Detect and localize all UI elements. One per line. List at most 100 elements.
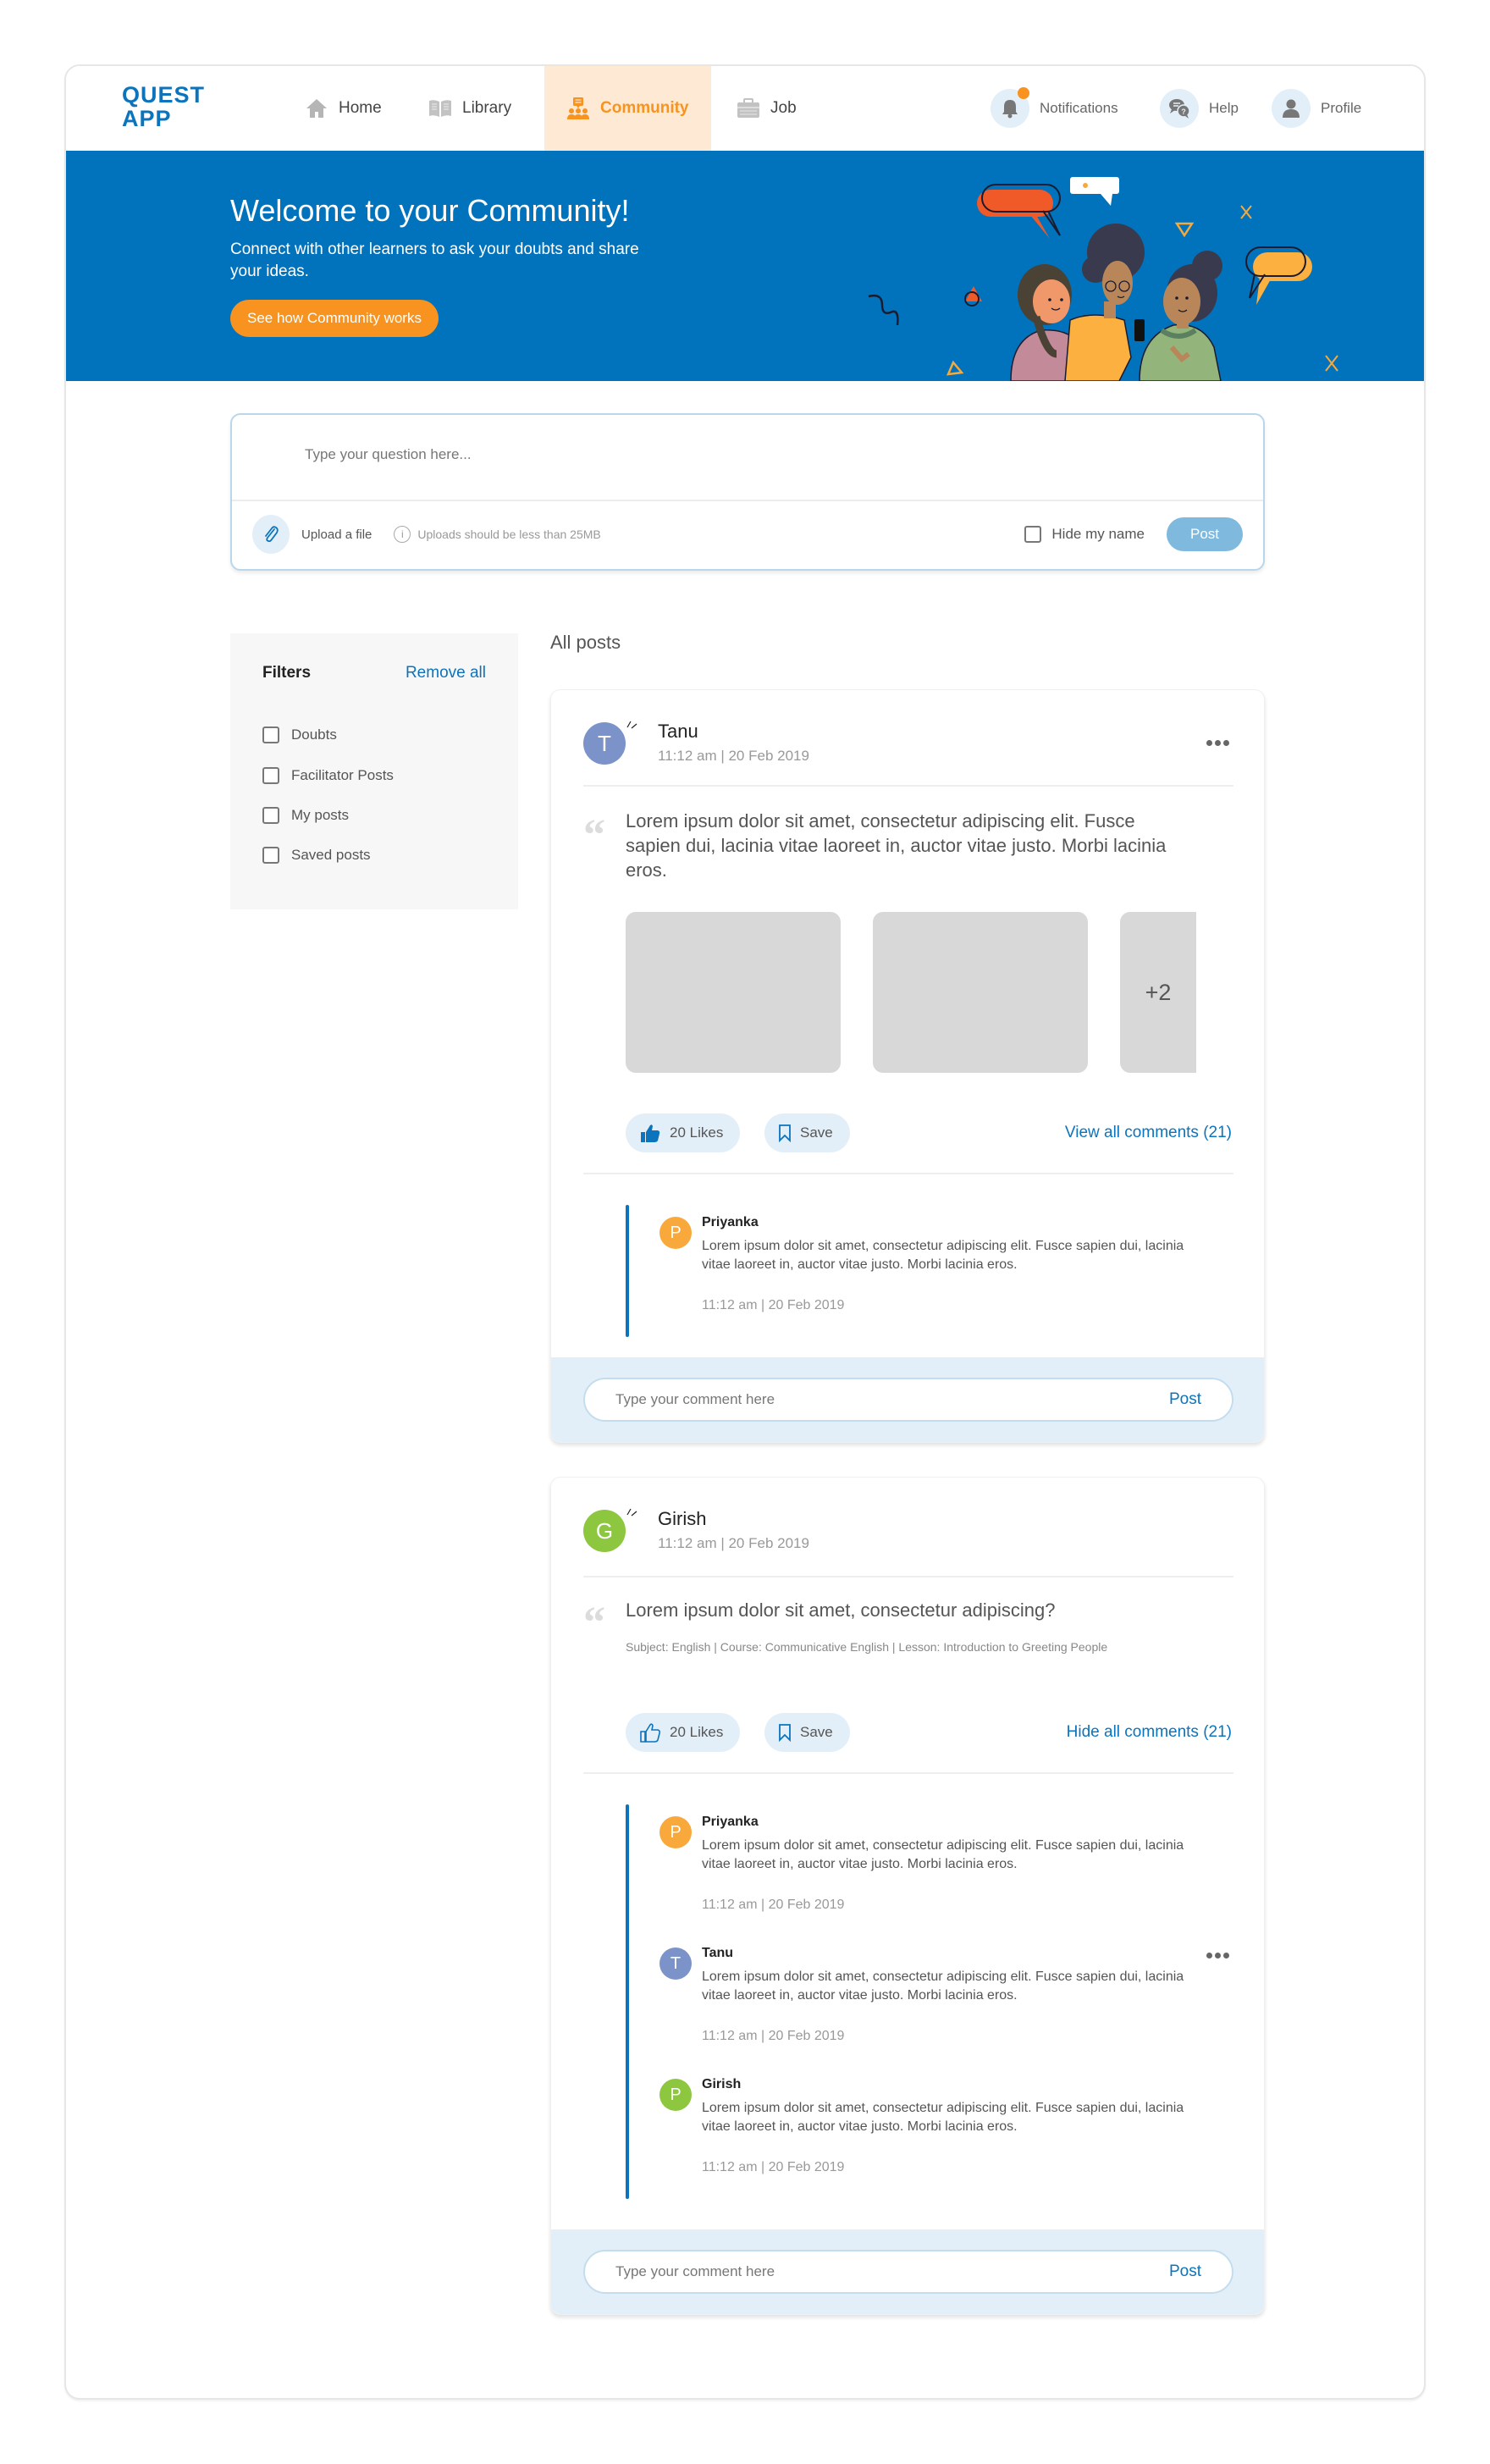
post-image-thumbnail[interactable] (626, 912, 841, 1073)
filters-panel: Filters Remove all Doubts Facilitator Po… (230, 633, 518, 909)
comment-avatar[interactable]: P (659, 1816, 692, 1848)
avatar-initial: G (595, 1517, 614, 1544)
upload-size-note: i Uploads should be less than 25MB (394, 526, 601, 543)
upload-file-button[interactable] (252, 515, 290, 554)
logo-line-1: QUEST (122, 82, 206, 108)
like-button[interactable]: 20 Likes (626, 1713, 741, 1752)
quote-icon: “ (583, 1599, 605, 1647)
save-label: Save (800, 1724, 833, 1740)
nav-label: Home (339, 99, 382, 117)
post-author[interactable]: Tanu (658, 721, 698, 743)
question-input[interactable] (305, 442, 1151, 467)
avatar-initial: P (670, 1223, 682, 1242)
view-all-comments-link[interactable]: View all comments (21) (1065, 1124, 1232, 1142)
checkbox[interactable] (262, 847, 279, 864)
composer-footer: Upload a file i Uploads should be less t… (252, 515, 1243, 554)
comment-author[interactable]: Tanu (702, 1946, 733, 1961)
save-button[interactable]: Save (764, 1113, 850, 1152)
post-comment-button[interactable]: Post (1169, 1390, 1201, 1409)
checkbox[interactable] (262, 726, 279, 743)
comment-composer: Post (551, 1357, 1264, 1442)
filter-facilitator-posts[interactable]: Facilitator Posts (262, 767, 394, 784)
checkbox[interactable] (262, 807, 279, 824)
post-text: Lorem ipsum dolor sit amet, consectetur … (626, 1599, 1056, 1621)
comment-timestamp: 11:12 am | 20 Feb 2019 (702, 1298, 845, 1312)
avatar[interactable]: T (583, 722, 626, 765)
help-button[interactable]: ? Help (1160, 66, 1239, 151)
checkbox-label: Hide my name (1051, 526, 1145, 542)
comment-avatar[interactable]: P (659, 2079, 692, 2111)
post-text: Lorem ipsum dolor sit amet, consectetur … (626, 810, 1167, 881)
avatar[interactable]: G (583, 1510, 626, 1552)
logo-line-2: APP (122, 106, 172, 131)
top-nav: QUEST APP Home Library Community Job Not… (66, 66, 1424, 151)
notifications-button[interactable]: Notifications (991, 66, 1118, 151)
see-how-community-works-button[interactable]: See how Community works (230, 300, 439, 337)
hide-all-comments-link[interactable]: Hide all comments (21) (1067, 1723, 1232, 1742)
nav-label: Library (462, 99, 512, 117)
filter-my-posts[interactable]: My posts (262, 807, 349, 824)
profile-button[interactable]: Profile (1272, 66, 1361, 151)
logo[interactable]: QUEST APP (122, 83, 205, 130)
filter-label: Facilitator Posts (291, 767, 394, 783)
comment-text: Lorem ipsum dolor sit amet, consectetur … (702, 1970, 1184, 2003)
quote-icon: “ (583, 811, 605, 859)
more-images-count: +2 (1145, 979, 1172, 1005)
svg-text:?: ? (1181, 108, 1186, 116)
comment-input[interactable] (615, 1391, 1169, 1408)
bookmark-icon (779, 1124, 791, 1142)
likes-count: 20 Likes (670, 1124, 724, 1141)
nav-item-home[interactable]: Home (305, 66, 382, 151)
comment-field: Post (583, 2250, 1233, 2294)
upload-file-label[interactable]: Upload a file (301, 528, 372, 542)
composer-divider (232, 500, 1263, 501)
more-images-thumbnail[interactable]: +2 (1120, 912, 1196, 1073)
remove-all-filters-link[interactable]: Remove all (406, 664, 486, 682)
user-icon (1272, 89, 1311, 128)
filter-doubts[interactable]: Doubts (262, 726, 337, 743)
filter-label: Doubts (291, 726, 337, 743)
comment-more-options-icon[interactable] (1206, 1950, 1232, 1960)
comment-input[interactable] (615, 2263, 1169, 2280)
bookmark-icon (779, 1724, 791, 1742)
comment-author[interactable]: Priyanka (702, 1215, 759, 1230)
hide-my-name-checkbox[interactable]: Hide my name (1024, 526, 1145, 543)
paperclip-icon (265, 526, 279, 543)
post-comment-button[interactable]: Post (1169, 2262, 1201, 2281)
comment-text: Lorem ipsum dolor sit amet, consectetur … (702, 1838, 1184, 1871)
post-author[interactable]: Girish (658, 1508, 706, 1530)
avatar-initial: T (598, 730, 611, 756)
nav-item-job[interactable]: Job (737, 66, 797, 151)
filter-saved-posts[interactable]: Saved posts (262, 847, 371, 864)
like-button[interactable]: 20 Likes (626, 1113, 741, 1152)
avatar-initial: T (670, 1953, 682, 1973)
app-window: QUEST APP Home Library Community Job Not… (64, 64, 1426, 2400)
comment-composer: Post (551, 2229, 1264, 2314)
checkbox[interactable] (1024, 526, 1042, 543)
more-options-icon[interactable] (1206, 738, 1232, 748)
comment-author[interactable]: Girish (702, 2077, 741, 2092)
post-question-button[interactable]: Post (1167, 517, 1243, 551)
comment-avatar[interactable]: P (659, 1217, 692, 1249)
book-icon (428, 97, 452, 120)
divider (583, 1173, 1233, 1174)
community-icon (566, 97, 590, 120)
avatar-initial: P (670, 2085, 682, 2104)
banner-subtitle: Connect with other learners to ask your … (230, 240, 639, 280)
filters-title: Filters (262, 664, 312, 682)
save-label: Save (800, 1124, 833, 1141)
filter-label: My posts (291, 807, 350, 823)
info-icon: i (394, 526, 411, 543)
save-button[interactable]: Save (764, 1713, 850, 1752)
checkbox[interactable] (262, 767, 279, 784)
nav-item-community[interactable]: Community (544, 66, 711, 151)
comment-timestamp: 11:12 am | 20 Feb 2019 (702, 1898, 845, 1912)
divider (583, 1772, 1233, 1774)
post-image-thumbnail[interactable] (873, 912, 1088, 1073)
post-card: T Tanu 11:12 am | 20 Feb 2019 “ Lorem ip… (550, 689, 1265, 1443)
nav-item-library[interactable]: Library (428, 66, 511, 151)
nav-label: Notifications (1040, 100, 1118, 116)
comment-avatar[interactable]: T (659, 1947, 692, 1980)
comment-author[interactable]: Priyanka (702, 1815, 759, 1830)
notification-badge (1018, 87, 1029, 99)
